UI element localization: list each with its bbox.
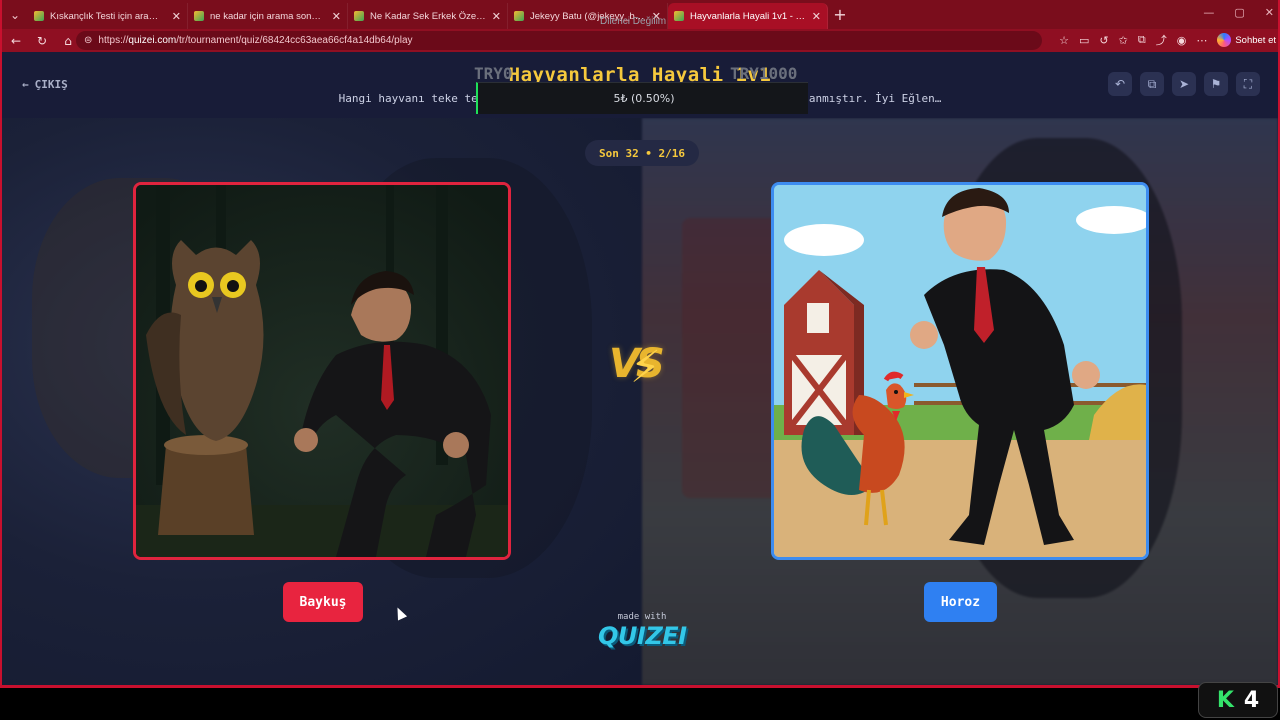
share-icon[interactable]: ⧉ [1140, 72, 1164, 96]
window-controls: — ▢ ✕ [1203, 6, 1274, 19]
navigation-bar: ← ↻ ⌂ ⊜ https://quizei.com/tr/tournament… [2, 29, 1278, 52]
tab-title: ne kadar için arama sonuçları - Qu [210, 10, 326, 22]
flag-icon[interactable]: ⚑ [1204, 72, 1228, 96]
new-tab-icon[interactable]: + [828, 5, 852, 24]
close-tab-icon[interactable]: ✕ [492, 10, 501, 23]
copilot-label: Sohbet et [1235, 34, 1276, 46]
share-icon[interactable]: ⤴ [1156, 32, 1167, 48]
quiz-page: ← ÇIKIŞ Hayvanlarla Hayali 1v1 Hangi hayv… [2, 52, 1278, 685]
reload-icon[interactable]: ↻ [34, 34, 50, 48]
kick-badge: K 4 [1198, 682, 1278, 718]
close-tab-icon[interactable]: ✕ [332, 10, 341, 23]
donation-max-label: TRY1000 [730, 64, 798, 83]
owl-vs-man-illustration [136, 185, 508, 557]
url-prefix: https:// [98, 35, 129, 46]
maximize-icon[interactable]: ▢ [1234, 6, 1244, 19]
browser-window: ⌄ Kıskançlık Testi için arama sonuçla ✕ n… [0, 0, 1280, 688]
favicon-icon [354, 11, 364, 21]
split-screen-icon[interactable]: ▭ [1079, 34, 1089, 47]
send-icon[interactable]: ➤ [1172, 72, 1196, 96]
refresh-extension-icon[interactable]: ↺ [1099, 34, 1108, 47]
address-bar[interactable]: ⊜ https://quizei.com/tr/tournament/quiz/… [76, 31, 1042, 50]
tab-5-active[interactable]: Hayvanlarla Hayali 1v1 - Tier List, I ✕ [668, 3, 828, 29]
url-path: /tr/tournament/quiz/68424cc63aea66cf4a14… [176, 35, 413, 46]
round-badge: Son 32 • 2/16 [585, 140, 699, 166]
tab-2[interactable]: ne kadar için arama sonuçları - Qu ✕ [188, 3, 348, 29]
choose-right-button[interactable]: Horoz [924, 582, 997, 622]
back-icon[interactable]: ← [8, 34, 24, 48]
favicon-icon [194, 11, 204, 21]
url-host: quizei.com [128, 35, 177, 46]
tab-1[interactable]: Kıskançlık Testi için arama sonuçla ✕ [28, 3, 188, 29]
tab-title: Hayvanlarla Hayali 1v1 - Tier List, I [690, 10, 806, 22]
profile-avatar-icon[interactable]: ◉ [1177, 34, 1187, 47]
tab-3[interactable]: Ne Kadar Sek Erkek Özelliği #1 - Ti ✕ [348, 3, 508, 29]
kick-badge-number: 4 [1243, 687, 1260, 713]
more-menu-icon[interactable]: ⋯ [1196, 34, 1207, 47]
tab-title: Kıskançlık Testi için arama sonuçla [50, 10, 166, 22]
close-tab-icon[interactable]: ✕ [812, 10, 821, 23]
donation-value: 5₺ (0.50%) [613, 92, 675, 105]
choose-left-button[interactable]: Baykuş [283, 582, 363, 622]
header-tools: ↶ ⧉ ➤ ⚑ ⛶ [1108, 72, 1260, 96]
favicon-icon [674, 11, 684, 21]
donation-label: Dilenci Değilim [600, 16, 667, 27]
stream-donation-overlay: 5₺ (0.50%) [476, 82, 808, 114]
right-choice-image[interactable] [771, 182, 1149, 560]
favorite-star-icon[interactable]: ☆ [1059, 34, 1069, 47]
favicon-icon [34, 11, 44, 21]
rooster-vs-man-illustration [774, 185, 1146, 557]
favicon-icon [514, 11, 524, 21]
minimize-icon[interactable]: — [1203, 6, 1214, 19]
lightning-bolt-icon: ⚡ [630, 342, 661, 393]
made-with-label: made with [617, 612, 667, 622]
copilot-icon [1217, 33, 1232, 47]
tab-title: Ne Kadar Sek Erkek Özelliği #1 - Ti [370, 10, 486, 22]
favorites-icon[interactable]: ✩ [1119, 34, 1128, 47]
fullscreen-icon[interactable]: ⛶ [1236, 72, 1260, 96]
tab-actions-menu-icon[interactable]: ⌄ [2, 0, 28, 29]
close-tab-icon[interactable]: ✕ [172, 10, 181, 23]
kick-logo-letter: K [1216, 687, 1234, 713]
site-info-icon[interactable]: ⊜ [84, 35, 92, 46]
toolbar-right: ☆ ▭ ↺ ✩ ⧉ ⤴ ◉ ⋯ Sohbet et [1059, 32, 1276, 48]
close-window-icon[interactable]: ✕ [1265, 6, 1274, 19]
undo-icon[interactable]: ↶ [1108, 72, 1132, 96]
left-choice-image[interactable] [133, 182, 511, 560]
collections-icon[interactable]: ⧉ [1138, 33, 1146, 47]
home-icon[interactable]: ⌂ [60, 34, 76, 48]
quizei-logo[interactable]: QUIZEI [598, 622, 687, 650]
matchup-arena: Son 32 • 2/16 VS ⚡ Baykuş Horoz made wit… [2, 118, 1278, 685]
donation-min-label: TRY0 [474, 64, 513, 83]
bottom-black-bar [0, 688, 1280, 720]
copilot-button[interactable]: Sohbet et [1217, 33, 1276, 47]
